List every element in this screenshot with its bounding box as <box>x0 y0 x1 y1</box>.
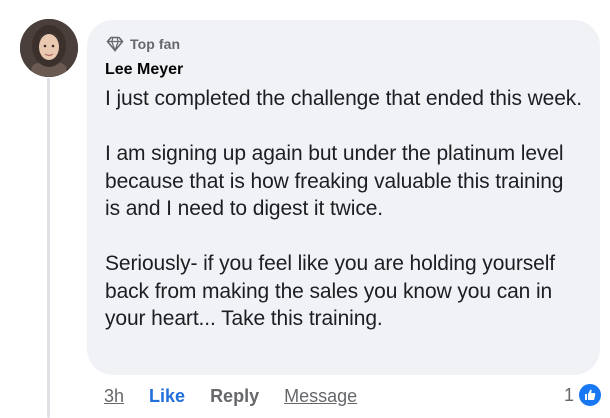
comment-paragraph-1: I just completed the challenge that ende… <box>105 87 582 110</box>
like-reaction-icon <box>578 383 602 407</box>
message-link[interactable]: Message <box>284 386 357 407</box>
thread-line <box>47 78 50 418</box>
author-name[interactable]: Lee Meyer <box>105 59 584 81</box>
top-fan-badge[interactable]: Top fan <box>106 32 584 56</box>
avatar[interactable] <box>20 19 78 77</box>
comment-paragraph-2: I am signing up again but under the plat… <box>105 142 564 220</box>
reply-button[interactable]: Reply <box>210 386 259 407</box>
badge-label: Top fan <box>130 36 181 52</box>
diamond-icon <box>106 36 124 52</box>
timestamp-link[interactable]: 3h <box>104 386 124 407</box>
comment-actions: 3h Like Reply Message <box>104 383 357 409</box>
reaction-count: 1 <box>563 384 574 405</box>
comment-paragraph-3: Seriously- if you feel like you are hold… <box>105 252 556 330</box>
reaction-summary[interactable]: 1 <box>564 381 602 409</box>
avatar-image <box>20 19 78 77</box>
comment-bubble: Top fan Lee Meyer I just completed the c… <box>87 20 600 375</box>
comment-text: I just completed the challenge that ende… <box>105 85 584 333</box>
like-button[interactable]: Like <box>149 386 185 407</box>
